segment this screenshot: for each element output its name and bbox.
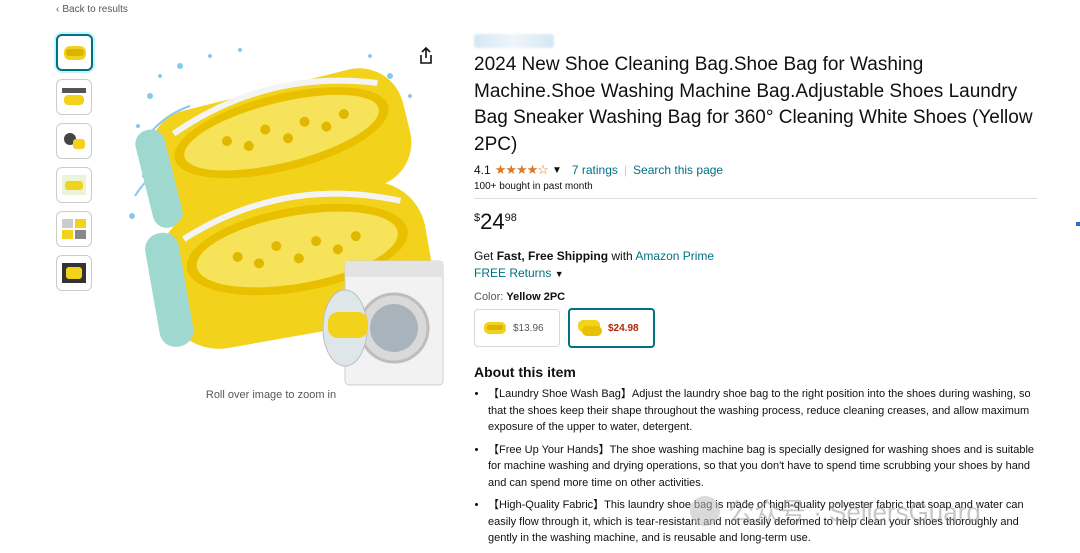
wechat-logo-icon xyxy=(690,495,720,526)
price: $ 24 98 xyxy=(474,209,1044,235)
thumbnail-3[interactable] xyxy=(56,123,92,159)
thumbnail-strip xyxy=(56,34,96,299)
thumbnail-5[interactable] xyxy=(56,211,92,247)
back-to-results-link[interactable]: ‹ Back to results xyxy=(56,4,128,15)
rating-value: 4.1 xyxy=(474,163,491,177)
free-returns-link[interactable]: FREE Returns ▼ xyxy=(474,266,1044,280)
color-swatches: $13.96 $24.98 xyxy=(474,308,1044,348)
chevron-down-icon: ▼ xyxy=(554,269,564,279)
swatch-option-2-selected[interactable]: $24.98 xyxy=(568,308,655,348)
main-product-image[interactable] xyxy=(120,36,450,386)
chevron-left-icon: ‹ xyxy=(56,4,60,15)
shipping-info: Get Fast, Free Shipping with Amazon Prim… xyxy=(474,249,715,263)
chevron-down-icon[interactable]: ▼ xyxy=(552,165,562,176)
scroll-marker xyxy=(1076,222,1080,226)
zoom-hint: Roll over image to zoom in xyxy=(205,389,337,401)
product-title: 2024 New Shoe Cleaning Bag.Shoe Bag for … xyxy=(474,54,1033,155)
color-label: Color: Yellow 2PC xyxy=(474,291,566,303)
separator: | xyxy=(623,163,628,177)
about-heading: About this item xyxy=(474,364,576,380)
thumbnail-1[interactable] xyxy=(56,34,93,71)
brand-link-blurred[interactable] xyxy=(474,34,554,48)
thumbnail-2[interactable] xyxy=(56,79,92,115)
search-this-page-link[interactable]: Search this page xyxy=(633,163,723,177)
product-details: 2024 New Shoe Cleaning Bag.Shoe Bag for … xyxy=(474,34,1044,553)
rating-row: 4.1 ★★★★☆ ▼ 7 ratings | Search this page xyxy=(474,162,1044,178)
watermark: 公众号 · SellersGuard xyxy=(690,492,981,529)
divider xyxy=(474,198,1037,199)
price-fraction: 98 xyxy=(504,212,517,224)
price-whole: 24 xyxy=(480,209,505,234)
bought-count: 100+ bought in past month xyxy=(474,181,593,192)
thumbnail-4[interactable] xyxy=(56,167,92,203)
amazon-prime-link[interactable]: Amazon Prime xyxy=(635,249,714,263)
swatch-option-1[interactable]: $13.96 xyxy=(474,309,560,347)
swatch-price: $24.98 xyxy=(608,322,639,334)
feature-bullet: 【Laundry Shoe Wash Bag】Adjust the laundr… xyxy=(488,386,1043,436)
ratings-count-link[interactable]: 7 ratings xyxy=(572,163,618,177)
thumbnail-6[interactable] xyxy=(56,255,92,291)
star-rating-icon[interactable]: ★★★★☆ xyxy=(495,162,549,178)
share-icon[interactable] xyxy=(416,46,436,66)
feature-bullet: 【Free Up Your Hands】The shoe washing mac… xyxy=(488,442,1043,492)
swatch-price: $13.96 xyxy=(513,322,544,334)
